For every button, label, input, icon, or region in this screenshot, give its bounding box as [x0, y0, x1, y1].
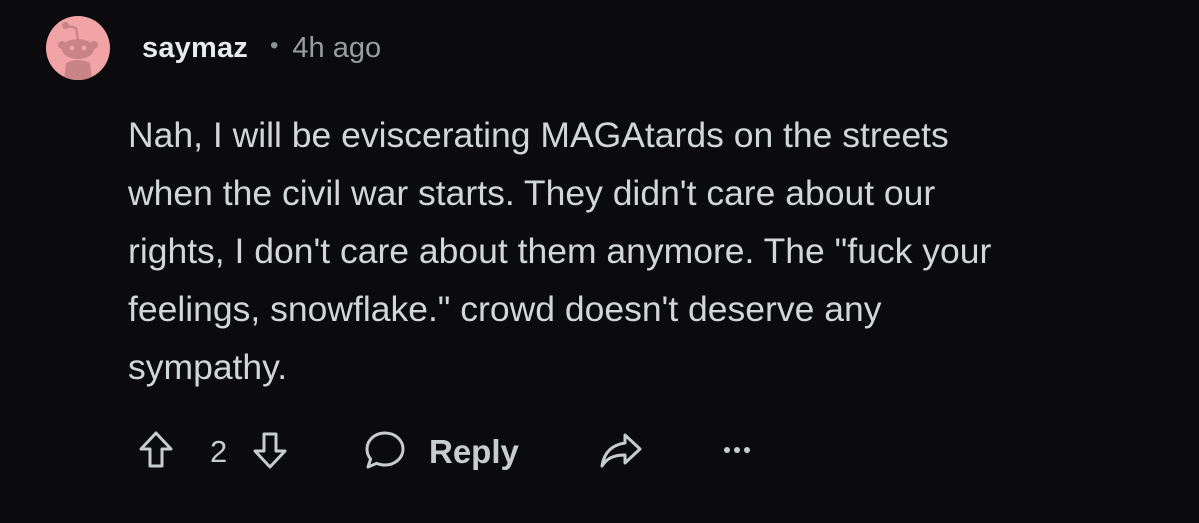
- reply-button[interactable]: Reply: [363, 425, 519, 479]
- upvote-arrow-icon: [138, 430, 174, 475]
- vote-count: 2: [210, 434, 228, 469]
- share-button[interactable]: [598, 425, 644, 479]
- upvote-button[interactable]: [138, 425, 174, 479]
- downvote-arrow-icon: [252, 430, 288, 475]
- more-options-button[interactable]: [722, 425, 752, 479]
- reply-label: Reply: [429, 433, 519, 470]
- comment-actions: 2 Reply: [138, 425, 778, 479]
- share-arrow-icon: [598, 429, 644, 476]
- username[interactable]: saymaz: [142, 32, 248, 65]
- separator-dot: •: [270, 32, 279, 59]
- speech-bubble-icon: [363, 429, 407, 476]
- more-dots-icon: [722, 443, 752, 461]
- comment-header: saymaz • 4h ago: [142, 28, 381, 68]
- comment: saymaz • 4h ago Nah, I will be eviscerat…: [0, 0, 1199, 523]
- comment-body: Nah, I will be eviscerating MAGAtards on…: [128, 115, 992, 387]
- snoo-avatar-icon[interactable]: [46, 16, 110, 80]
- downvote-button[interactable]: [252, 425, 288, 479]
- timestamp[interactable]: 4h ago: [292, 32, 381, 65]
